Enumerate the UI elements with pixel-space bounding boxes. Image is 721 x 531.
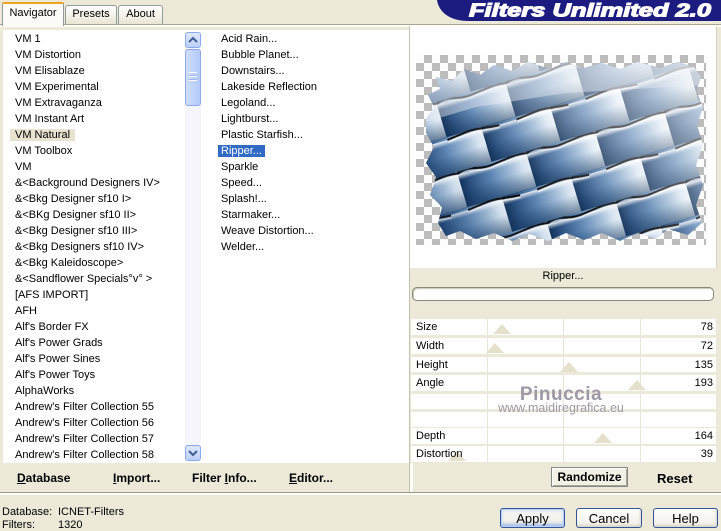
svg-text:Filters Unlimited 2.0: Filters Unlimited 2.0 [469, 1, 711, 21]
